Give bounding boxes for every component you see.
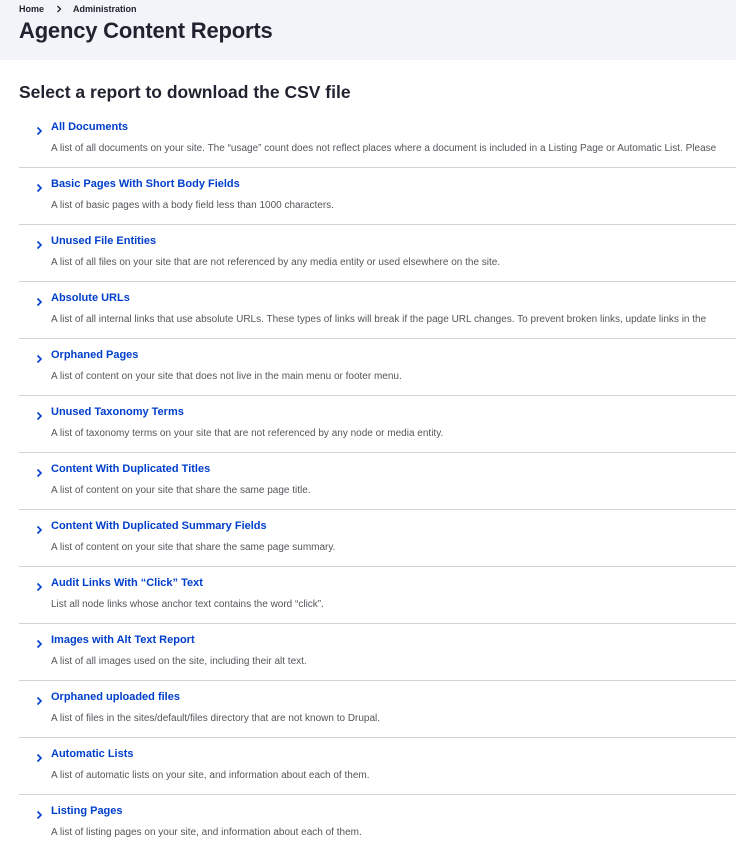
report-link[interactable]: Absolute URLs (51, 292, 130, 304)
report-item: Audit Links With “Click” Text List all no… (19, 567, 736, 624)
chevron-right-icon[interactable] (35, 636, 44, 649)
report-description: A list of all documents on your site. Th… (51, 143, 717, 154)
chevron-right-icon[interactable] (35, 408, 44, 421)
report-link[interactable]: Automatic Lists (51, 748, 134, 760)
chevron-right-icon[interactable] (35, 237, 44, 250)
report-description: A list of taxonomy terms on your site th… (51, 428, 444, 439)
report-link[interactable]: Listing Pages (51, 805, 123, 817)
report-link[interactable]: Content With Duplicated Titles (51, 463, 210, 475)
report-item: Basic Pages With Short Body Fields A list… (19, 168, 736, 225)
report-item: Orphaned Pages A list of content on your … (19, 339, 736, 396)
report-description: A list of content on your site that does… (51, 371, 402, 382)
chevron-right-icon[interactable] (35, 294, 44, 307)
report-description: A list of all internal links that use ab… (51, 314, 707, 325)
report-item: Content With Duplicated Summary Fields A … (19, 510, 736, 567)
report-item: All Documents A list of all documents on … (19, 111, 736, 168)
report-link[interactable]: Orphaned Pages (51, 349, 138, 361)
breadcrumb: Home Administration (19, 4, 137, 14)
chevron-right-icon[interactable] (35, 807, 44, 820)
report-link[interactable]: Unused File Entities (51, 235, 156, 247)
chevron-right-icon[interactable] (35, 351, 44, 364)
report-link[interactable]: Content With Duplicated Summary Fields (51, 520, 267, 532)
chevron-right-icon[interactable] (35, 180, 44, 193)
report-link[interactable]: Images with Alt Text Report (51, 634, 195, 646)
page-title: Agency Content Reports (19, 18, 273, 43)
chevron-right-icon[interactable] (35, 750, 44, 763)
report-description: A list of basic pages with a body field … (51, 200, 334, 211)
report-item: Listing Pages A list of listing pages on … (19, 795, 736, 852)
report-description: A list of all files on your site that ar… (51, 257, 501, 268)
report-link[interactable]: Orphaned uploaded files (51, 691, 180, 703)
page-header: Home Administration Agency Content Repor… (0, 0, 736, 60)
report-link[interactable]: Basic Pages With Short Body Fields (51, 178, 240, 190)
report-item: Images with Alt Text Report A list of all… (19, 624, 736, 681)
breadcrumb-home-link[interactable]: Home (19, 4, 44, 14)
report-item: Unused Taxonomy Terms A list of taxonomy … (19, 396, 736, 453)
report-link[interactable]: Unused Taxonomy Terms (51, 406, 184, 418)
chevron-right-icon (55, 5, 63, 13)
report-item: Content With Duplicated Titles A list of … (19, 453, 736, 510)
report-description: A list of automatic lists on your site, … (51, 770, 370, 781)
report-description: A list of listing pages on your site, an… (51, 827, 362, 838)
report-description: A list of files in the sites/default/fil… (51, 713, 381, 724)
report-item: Orphaned uploaded files A list of files i… (19, 681, 736, 738)
report-item: Automatic Lists A list of automatic lists… (19, 738, 736, 795)
chevron-right-icon[interactable] (35, 522, 44, 535)
chevron-right-icon[interactable] (35, 693, 44, 706)
report-description: A list of all images used on the site, i… (51, 656, 307, 667)
report-description: A list of content on your site that shar… (51, 485, 311, 496)
report-description: A list of content on your site that shar… (51, 542, 336, 553)
section-heading: Select a report to download the CSV file (19, 82, 351, 102)
report-list: All Documents A list of all documents on … (19, 111, 736, 852)
report-link[interactable]: All Documents (51, 121, 128, 133)
report-item: Absolute URLs A list of all internal link… (19, 282, 736, 339)
breadcrumb-administration-link[interactable]: Administration (73, 4, 137, 14)
report-item: Unused File Entities A list of all files … (19, 225, 736, 282)
report-description: List all node links whose anchor text co… (51, 599, 324, 610)
report-link[interactable]: Audit Links With “Click” Text (51, 577, 203, 589)
chevron-right-icon[interactable] (35, 123, 44, 136)
chevron-right-icon[interactable] (35, 465, 44, 478)
chevron-right-icon[interactable] (35, 579, 44, 592)
